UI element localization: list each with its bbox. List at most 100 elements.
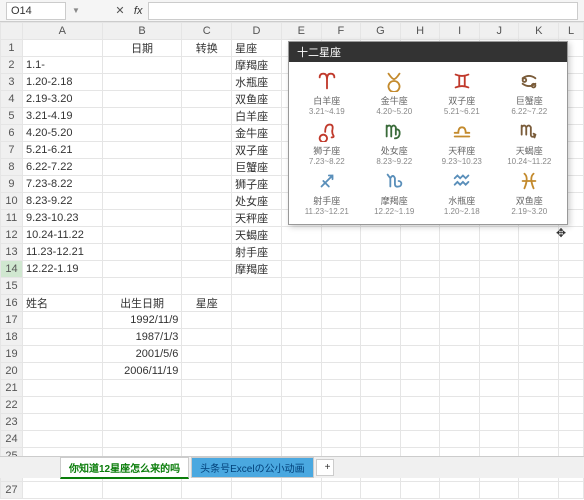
cell-H24[interactable] — [400, 431, 440, 448]
cell-I13[interactable] — [440, 244, 480, 261]
cell-B19[interactable]: 2001/5/6 — [102, 346, 182, 363]
cell-D20[interactable] — [232, 363, 282, 380]
cell-C21[interactable] — [182, 380, 232, 397]
row-header-15[interactable]: 15 — [1, 278, 23, 295]
cell-D22[interactable] — [232, 397, 282, 414]
cell-C23[interactable] — [182, 414, 232, 431]
row-header-23[interactable]: 23 — [1, 414, 23, 431]
cell-A22[interactable] — [22, 397, 102, 414]
cell-G20[interactable] — [361, 363, 401, 380]
cell-G19[interactable] — [361, 346, 401, 363]
cell-A8[interactable]: 6.22-7.22 — [22, 159, 102, 176]
cell-A3[interactable]: 1.20-2.18 — [22, 74, 102, 91]
row-header-12[interactable]: 12 — [1, 227, 23, 244]
cell-K14[interactable] — [519, 261, 559, 278]
cell-J23[interactable] — [479, 414, 519, 431]
cell-A19[interactable] — [22, 346, 102, 363]
cell-A5[interactable]: 3.21-4.19 — [22, 108, 102, 125]
cell-B27[interactable] — [102, 482, 182, 499]
cell-H19[interactable] — [400, 346, 440, 363]
zodiac-item-8[interactable]: 射手座11.23~12.21 — [293, 170, 361, 216]
cell-A1[interactable] — [22, 40, 102, 57]
cell-L14[interactable] — [559, 261, 584, 278]
cell-A23[interactable] — [22, 414, 102, 431]
cell-B8[interactable] — [102, 159, 182, 176]
cell-F15[interactable] — [321, 278, 361, 295]
cell-B12[interactable] — [102, 227, 182, 244]
cell-K27[interactable] — [519, 482, 559, 499]
zodiac-item-4[interactable]: 狮子座7.23~8.22 — [293, 120, 361, 166]
cell-A16[interactable]: 姓名 — [22, 295, 102, 312]
cell-D18[interactable] — [232, 329, 282, 346]
cell-K17[interactable] — [519, 312, 559, 329]
cell-G15[interactable] — [361, 278, 401, 295]
cell-D12[interactable]: 天蝎座 — [232, 227, 282, 244]
cell-K24[interactable] — [519, 431, 559, 448]
name-box[interactable]: O14 — [6, 2, 66, 20]
cell-H13[interactable] — [400, 244, 440, 261]
cell-I15[interactable] — [440, 278, 480, 295]
row-header-7[interactable]: 7 — [1, 142, 23, 159]
cell-L21[interactable] — [559, 380, 584, 397]
cell-G23[interactable] — [361, 414, 401, 431]
cell-F12[interactable] — [321, 227, 361, 244]
cell-I24[interactable] — [440, 431, 480, 448]
row-header-13[interactable]: 13 — [1, 244, 23, 261]
zodiac-item-9[interactable]: 摩羯座12.22~1.19 — [361, 170, 429, 216]
col-header-A[interactable]: A — [22, 23, 102, 40]
cell-G22[interactable] — [361, 397, 401, 414]
cell-B20[interactable]: 2006/11/19 — [102, 363, 182, 380]
cell-A17[interactable] — [22, 312, 102, 329]
cell-F21[interactable] — [321, 380, 361, 397]
col-header-B[interactable]: B — [102, 23, 182, 40]
cell-F19[interactable] — [321, 346, 361, 363]
cell-B15[interactable] — [102, 278, 182, 295]
cell-B13[interactable] — [102, 244, 182, 261]
cell-L24[interactable] — [559, 431, 584, 448]
col-header-D[interactable]: D — [232, 23, 282, 40]
col-header-I[interactable]: I — [440, 23, 480, 40]
col-header-J[interactable]: J — [479, 23, 519, 40]
cell-E21[interactable] — [281, 380, 321, 397]
cell-K16[interactable] — [519, 295, 559, 312]
cell-G21[interactable] — [361, 380, 401, 397]
cell-D19[interactable] — [232, 346, 282, 363]
col-header-K[interactable]: K — [519, 23, 559, 40]
cell-C27[interactable] — [182, 482, 232, 499]
cell-B22[interactable] — [102, 397, 182, 414]
cell-A27[interactable] — [22, 482, 102, 499]
zodiac-item-6[interactable]: 天秤座9.23~10.23 — [428, 120, 496, 166]
cell-D8[interactable]: 巨蟹座 — [232, 159, 282, 176]
cell-A18[interactable] — [22, 329, 102, 346]
cell-L16[interactable] — [559, 295, 584, 312]
cell-K12[interactable] — [519, 227, 559, 244]
cell-H15[interactable] — [400, 278, 440, 295]
cell-B2[interactable] — [102, 57, 182, 74]
cell-A10[interactable]: 8.23-9.22 — [22, 193, 102, 210]
row-header-11[interactable]: 11 — [1, 210, 23, 227]
cell-J21[interactable] — [479, 380, 519, 397]
cell-K13[interactable] — [519, 244, 559, 261]
cell-D24[interactable] — [232, 431, 282, 448]
cell-D23[interactable] — [232, 414, 282, 431]
cell-B24[interactable] — [102, 431, 182, 448]
col-header-C[interactable]: C — [182, 23, 232, 40]
row-header-6[interactable]: 6 — [1, 125, 23, 142]
cell-F16[interactable] — [321, 295, 361, 312]
row-header-5[interactable]: 5 — [1, 108, 23, 125]
cell-I23[interactable] — [440, 414, 480, 431]
cell-C15[interactable] — [182, 278, 232, 295]
cell-J18[interactable] — [479, 329, 519, 346]
zodiac-item-7[interactable]: 天蝎座10.24~11.22 — [496, 120, 564, 166]
cell-G24[interactable] — [361, 431, 401, 448]
cell-F17[interactable] — [321, 312, 361, 329]
cell-D6[interactable]: 金牛座 — [232, 125, 282, 142]
cell-B6[interactable] — [102, 125, 182, 142]
cell-I20[interactable] — [440, 363, 480, 380]
cell-J14[interactable] — [479, 261, 519, 278]
cell-C4[interactable] — [182, 91, 232, 108]
cell-A9[interactable]: 7.23-8.22 — [22, 176, 102, 193]
row-header-18[interactable]: 18 — [1, 329, 23, 346]
cell-E23[interactable] — [281, 414, 321, 431]
cell-G17[interactable] — [361, 312, 401, 329]
